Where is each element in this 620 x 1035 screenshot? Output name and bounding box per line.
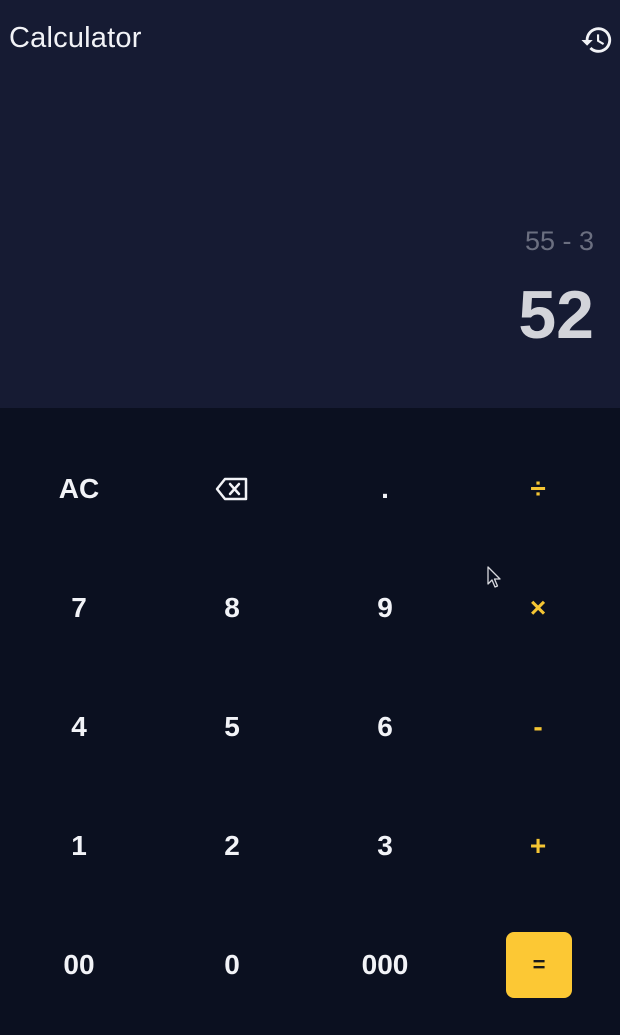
key-8[interactable]: 8 (172, 568, 292, 648)
display-panel: Calculator 55 - 3 52 (0, 0, 620, 408)
decimal-button[interactable]: . (325, 449, 445, 529)
key-2[interactable]: 2 (172, 806, 292, 886)
key-5[interactable]: 5 (172, 687, 292, 767)
app-title: Calculator (9, 22, 142, 54)
key-4[interactable]: 4 (19, 687, 139, 767)
all-clear-button[interactable]: AC (19, 449, 139, 529)
history-button[interactable] (579, 22, 615, 58)
plus-button[interactable]: + (478, 806, 598, 886)
backspace-button[interactable] (172, 449, 292, 529)
backspace-icon (215, 477, 248, 501)
expression-display: 55 - 3 (524, 226, 594, 256)
keypad: AC . ÷ 7 8 9 × 4 5 6 - 1 2 3 + 00 0 000 … (0, 408, 620, 1035)
result-display: 52 (518, 277, 594, 353)
key-000[interactable]: 000 (325, 925, 445, 1005)
history-icon (581, 27, 612, 53)
key-9[interactable]: 9 (325, 568, 445, 648)
key-3[interactable]: 3 (325, 806, 445, 886)
mouse-cursor-icon (487, 566, 501, 588)
key-0[interactable]: 0 (172, 925, 292, 1005)
equals-button[interactable]: = (506, 932, 572, 998)
key-00[interactable]: 00 (19, 925, 139, 1005)
minus-button[interactable]: - (478, 687, 598, 767)
key-1[interactable]: 1 (19, 806, 139, 886)
key-6[interactable]: 6 (325, 687, 445, 767)
key-7[interactable]: 7 (19, 568, 139, 648)
divide-button[interactable]: ÷ (478, 449, 598, 529)
calculator-app: Calculator 55 - 3 52 AC . ÷ 7 8 9 × 4 5 … (0, 0, 620, 1035)
